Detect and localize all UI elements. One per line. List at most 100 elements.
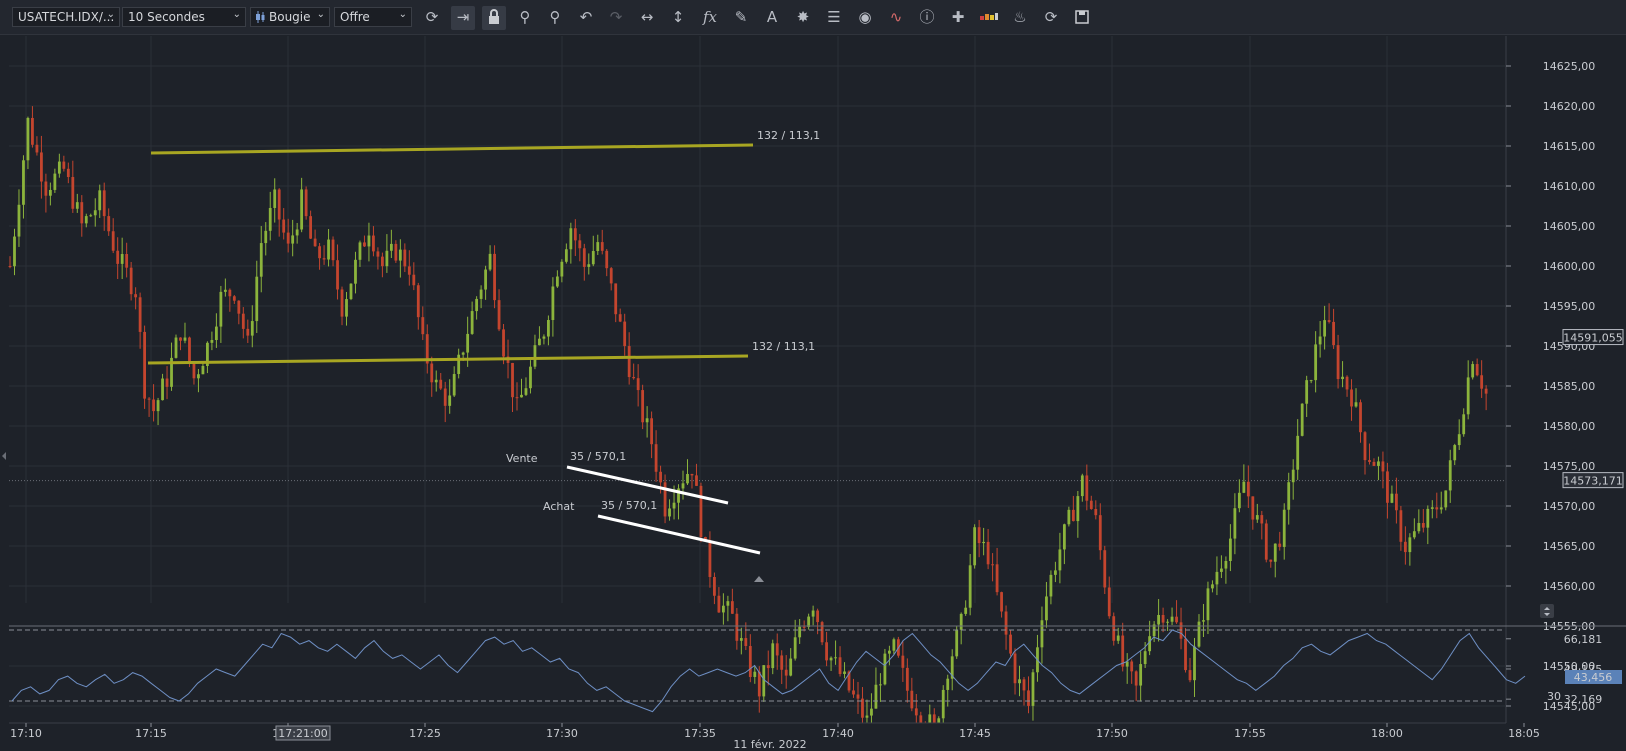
candle-body bbox=[1269, 559, 1273, 562]
candle-body bbox=[1430, 507, 1434, 509]
candle-body bbox=[807, 616, 811, 627]
candle-body bbox=[708, 541, 712, 577]
candle-body bbox=[910, 690, 914, 709]
candle-body bbox=[991, 564, 994, 566]
candle-body bbox=[591, 251, 595, 265]
candle-body bbox=[102, 190, 106, 217]
candle-body bbox=[479, 289, 483, 299]
candle-body bbox=[748, 646, 752, 677]
candle-body bbox=[129, 267, 133, 295]
collapse-panel-icon[interactable] bbox=[2, 452, 6, 460]
candle-body bbox=[389, 243, 393, 251]
candle-body bbox=[587, 264, 591, 267]
candle-body bbox=[228, 289, 232, 297]
rsi-panel[interactable]: 66,18149,17532,1693043,456 bbox=[9, 625, 1626, 713]
candle-body bbox=[93, 210, 97, 216]
candle-body bbox=[120, 254, 124, 264]
candle-body bbox=[681, 483, 685, 489]
candle-body bbox=[22, 160, 25, 205]
candle-body bbox=[1049, 574, 1053, 597]
candle-body bbox=[259, 243, 263, 277]
candle-body bbox=[1336, 345, 1340, 380]
candle-body bbox=[1278, 543, 1282, 547]
candle-body bbox=[1323, 320, 1327, 337]
candle-body bbox=[1421, 523, 1425, 528]
candle-body bbox=[1080, 475, 1084, 497]
candle-body bbox=[147, 398, 151, 400]
candle-body bbox=[1246, 481, 1250, 497]
candle-body bbox=[434, 379, 438, 383]
rsi-level-label: 30 bbox=[1547, 690, 1561, 703]
candle-body bbox=[1067, 509, 1071, 525]
candle-body bbox=[161, 378, 164, 401]
candle-body bbox=[1448, 460, 1452, 491]
candle-body bbox=[793, 637, 797, 659]
candle-body bbox=[1004, 611, 1008, 635]
candle-body bbox=[57, 161, 61, 174]
candle-body bbox=[84, 216, 88, 224]
candle-body bbox=[376, 251, 380, 257]
candle-body bbox=[726, 601, 730, 606]
candle-body bbox=[1354, 402, 1358, 407]
candle-body bbox=[573, 228, 577, 241]
candle-body bbox=[466, 333, 470, 353]
candle-body bbox=[1148, 636, 1152, 652]
candle-body bbox=[439, 379, 443, 389]
buy-value: 35 / 570,1 bbox=[601, 499, 657, 512]
candle-body bbox=[210, 340, 214, 343]
candle-body bbox=[156, 400, 160, 412]
candle-body bbox=[789, 658, 793, 676]
candle-body bbox=[219, 291, 223, 327]
candle-body bbox=[416, 285, 420, 318]
candle-body bbox=[1444, 490, 1448, 508]
candle-body bbox=[883, 653, 887, 685]
candle-body bbox=[1224, 560, 1228, 569]
candle-body bbox=[887, 650, 891, 654]
candle-body bbox=[201, 365, 205, 375]
candle-body bbox=[1377, 461, 1380, 466]
candle-body bbox=[1018, 679, 1021, 684]
candle-body bbox=[825, 642, 828, 661]
candle-body bbox=[277, 189, 281, 220]
candle-body bbox=[538, 338, 541, 346]
candle-body bbox=[1399, 510, 1403, 542]
candle-body bbox=[1161, 614, 1165, 623]
candle-body bbox=[1471, 364, 1475, 378]
chart-area[interactable]: 132 / 113,1 132 / 113,1 Vente 35 / 570,1 Ach… bbox=[0, 0, 1626, 751]
candle-body bbox=[1139, 664, 1143, 686]
candle-body bbox=[865, 715, 869, 718]
candle-body bbox=[214, 326, 218, 341]
candle-body bbox=[1363, 432, 1367, 461]
candle-body bbox=[744, 638, 748, 647]
candle-body bbox=[564, 249, 568, 262]
candle-body bbox=[1170, 616, 1174, 622]
candle-body bbox=[304, 189, 308, 217]
candle-body bbox=[995, 564, 999, 593]
sell-label: Vente bbox=[506, 452, 538, 465]
time-tick-label: 18:00 bbox=[1371, 727, 1403, 740]
candle-body bbox=[780, 655, 784, 670]
candle-body bbox=[695, 475, 698, 486]
candle-body bbox=[520, 394, 523, 398]
time-tick-label: 17:10 bbox=[10, 727, 42, 740]
candle-body bbox=[1386, 471, 1389, 503]
lower-channel-label: 132 / 113,1 bbox=[752, 340, 815, 353]
candle-body bbox=[1094, 508, 1098, 516]
time-axis[interactable]: 17:1017:1517:2017:2517:3017:3517:4017:45… bbox=[0, 722, 1626, 751]
candle-body bbox=[309, 216, 313, 239]
candle-body bbox=[1287, 482, 1291, 510]
candle-body bbox=[107, 216, 111, 232]
candle-body bbox=[1188, 670, 1192, 681]
candle-body bbox=[1403, 541, 1407, 553]
candle-body bbox=[1480, 375, 1484, 389]
candle-body bbox=[555, 276, 559, 287]
candle-body bbox=[1206, 588, 1210, 621]
candle-body bbox=[1462, 414, 1466, 435]
candle-body bbox=[690, 473, 694, 476]
candle-body bbox=[820, 622, 824, 643]
candle-body bbox=[143, 331, 147, 399]
candle-body bbox=[533, 345, 537, 367]
candle-body bbox=[48, 189, 52, 196]
price-tick-label: 14560,00 bbox=[1543, 580, 1596, 593]
candle-body bbox=[31, 117, 34, 145]
